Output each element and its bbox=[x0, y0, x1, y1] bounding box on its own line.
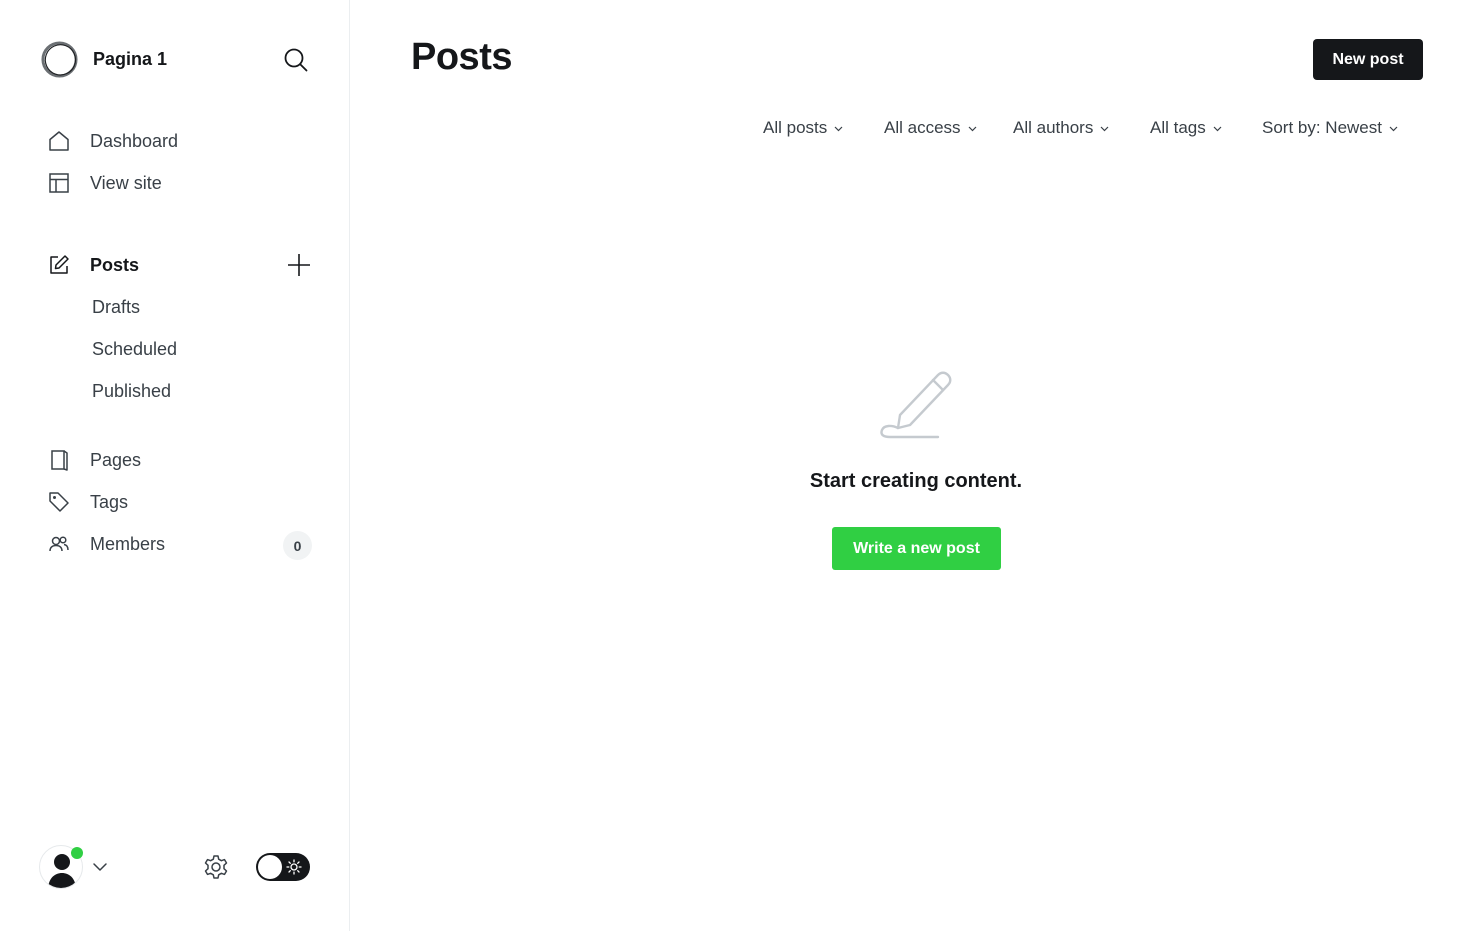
chevron-down-icon bbox=[834, 126, 843, 131]
filter-label: All access bbox=[884, 118, 961, 137]
tag-icon bbox=[46, 489, 72, 515]
sidebar-item-drafts[interactable]: Drafts bbox=[92, 292, 140, 322]
sidebar-item-published[interactable]: Published bbox=[92, 376, 171, 406]
filter-sort-by[interactable]: Sort by: Newest bbox=[1262, 118, 1398, 138]
chevron-down-icon[interactable] bbox=[92, 859, 108, 875]
sidebar-item-posts[interactable]: Posts bbox=[46, 250, 139, 280]
new-post-button[interactable]: New post bbox=[1313, 39, 1423, 80]
page-title: Posts bbox=[411, 36, 512, 78]
chevron-down-icon bbox=[1100, 126, 1109, 131]
search-icon[interactable] bbox=[282, 46, 310, 74]
layout-icon bbox=[46, 170, 72, 196]
filter-label: All tags bbox=[1150, 118, 1206, 137]
filter-label: Sort by: Newest bbox=[1262, 118, 1382, 137]
filter-all-tags[interactable]: All tags bbox=[1150, 118, 1222, 138]
chevron-down-icon bbox=[1389, 126, 1398, 131]
filter-all-access[interactable]: All access bbox=[884, 118, 977, 138]
add-post-icon[interactable] bbox=[286, 252, 312, 278]
user-avatar[interactable] bbox=[39, 845, 83, 889]
edit-icon bbox=[46, 252, 72, 278]
filter-bar: All posts All access All authors All tag… bbox=[0, 118, 1483, 142]
members-count-badge: 0 bbox=[283, 531, 312, 560]
sidebar-item-label: View site bbox=[90, 172, 162, 193]
sidebar-item-scheduled[interactable]: Scheduled bbox=[92, 334, 177, 364]
filter-label: All authors bbox=[1013, 118, 1094, 137]
sidebar-item-view-site[interactable]: View site bbox=[46, 168, 162, 198]
chevron-down-icon bbox=[968, 126, 976, 131]
site-logo-icon bbox=[41, 41, 78, 78]
sidebar-item-label: Tags bbox=[90, 491, 129, 512]
filter-all-authors[interactable]: All authors bbox=[1013, 118, 1109, 138]
page-icon bbox=[46, 447, 72, 473]
site-name: Pagina 1 bbox=[93, 49, 168, 69]
empty-state-message: Start creating content. bbox=[809, 470, 1023, 492]
sidebar-item-tags[interactable]: Tags bbox=[46, 487, 128, 517]
chevron-down-icon bbox=[1213, 126, 1222, 131]
site-brand[interactable]: Pagina 1 bbox=[40, 40, 167, 79]
write-new-post-button[interactable]: Write a new post bbox=[832, 527, 1001, 570]
filter-all-posts[interactable]: All posts bbox=[763, 118, 843, 138]
online-status-dot bbox=[71, 847, 83, 859]
sidebar-item-pages[interactable]: Pages bbox=[46, 445, 141, 475]
sun-icon bbox=[286, 859, 302, 875]
filter-label: All posts bbox=[763, 118, 828, 137]
members-icon bbox=[46, 531, 72, 557]
sidebar-item-label: Pages bbox=[90, 449, 142, 470]
theme-toggle[interactable] bbox=[256, 853, 310, 881]
sidebar-item-label: Posts bbox=[90, 254, 140, 275]
toggle-knob bbox=[258, 855, 282, 879]
sidebar-item-label: Members bbox=[90, 533, 166, 554]
sidebar-item-members[interactable]: Members bbox=[46, 529, 165, 559]
pencil-icon bbox=[880, 371, 952, 439]
gear-icon[interactable] bbox=[202, 853, 230, 881]
